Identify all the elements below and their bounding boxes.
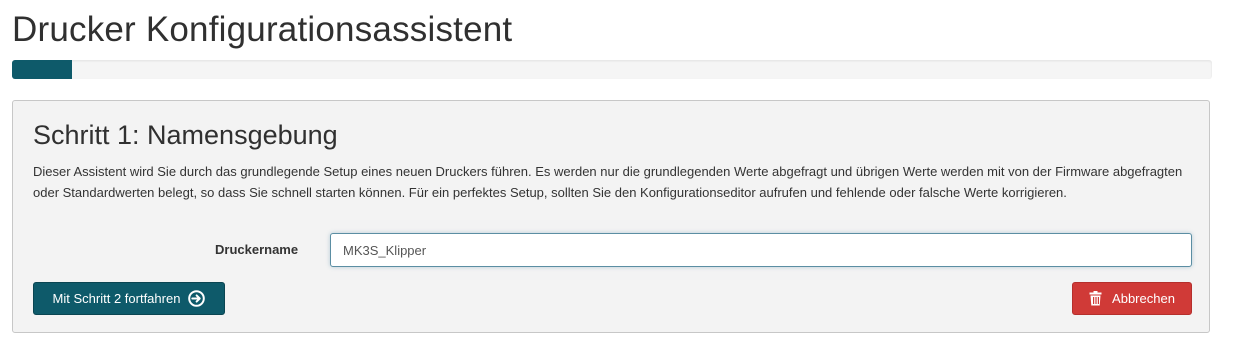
arrow-circle-right-icon (188, 290, 206, 307)
step-panel: Schritt 1: Namensgebung Dieser Assistent… (12, 100, 1210, 333)
continue-step-2-button[interactable]: Mit Schritt 2 fortfahren (33, 282, 225, 315)
page-title: Drucker Konfigurationsassistent (12, 10, 513, 49)
step-description: Dieser Assistent wird Sie durch das grun… (33, 164, 1183, 200)
wizard-progress-bar (12, 60, 1212, 79)
wizard-progress-fill (12, 60, 72, 79)
trash-icon (1089, 291, 1102, 306)
printer-name-label: Druckername (215, 242, 299, 257)
step-title: Schritt 1: Namensgebung (33, 120, 338, 150)
cancel-button[interactable]: Abbrechen (1072, 282, 1192, 315)
cancel-button-label: Abbrechen (1112, 291, 1175, 306)
continue-button-label: Mit Schritt 2 fortfahren (52, 291, 181, 306)
printer-name-input[interactable] (330, 233, 1192, 267)
